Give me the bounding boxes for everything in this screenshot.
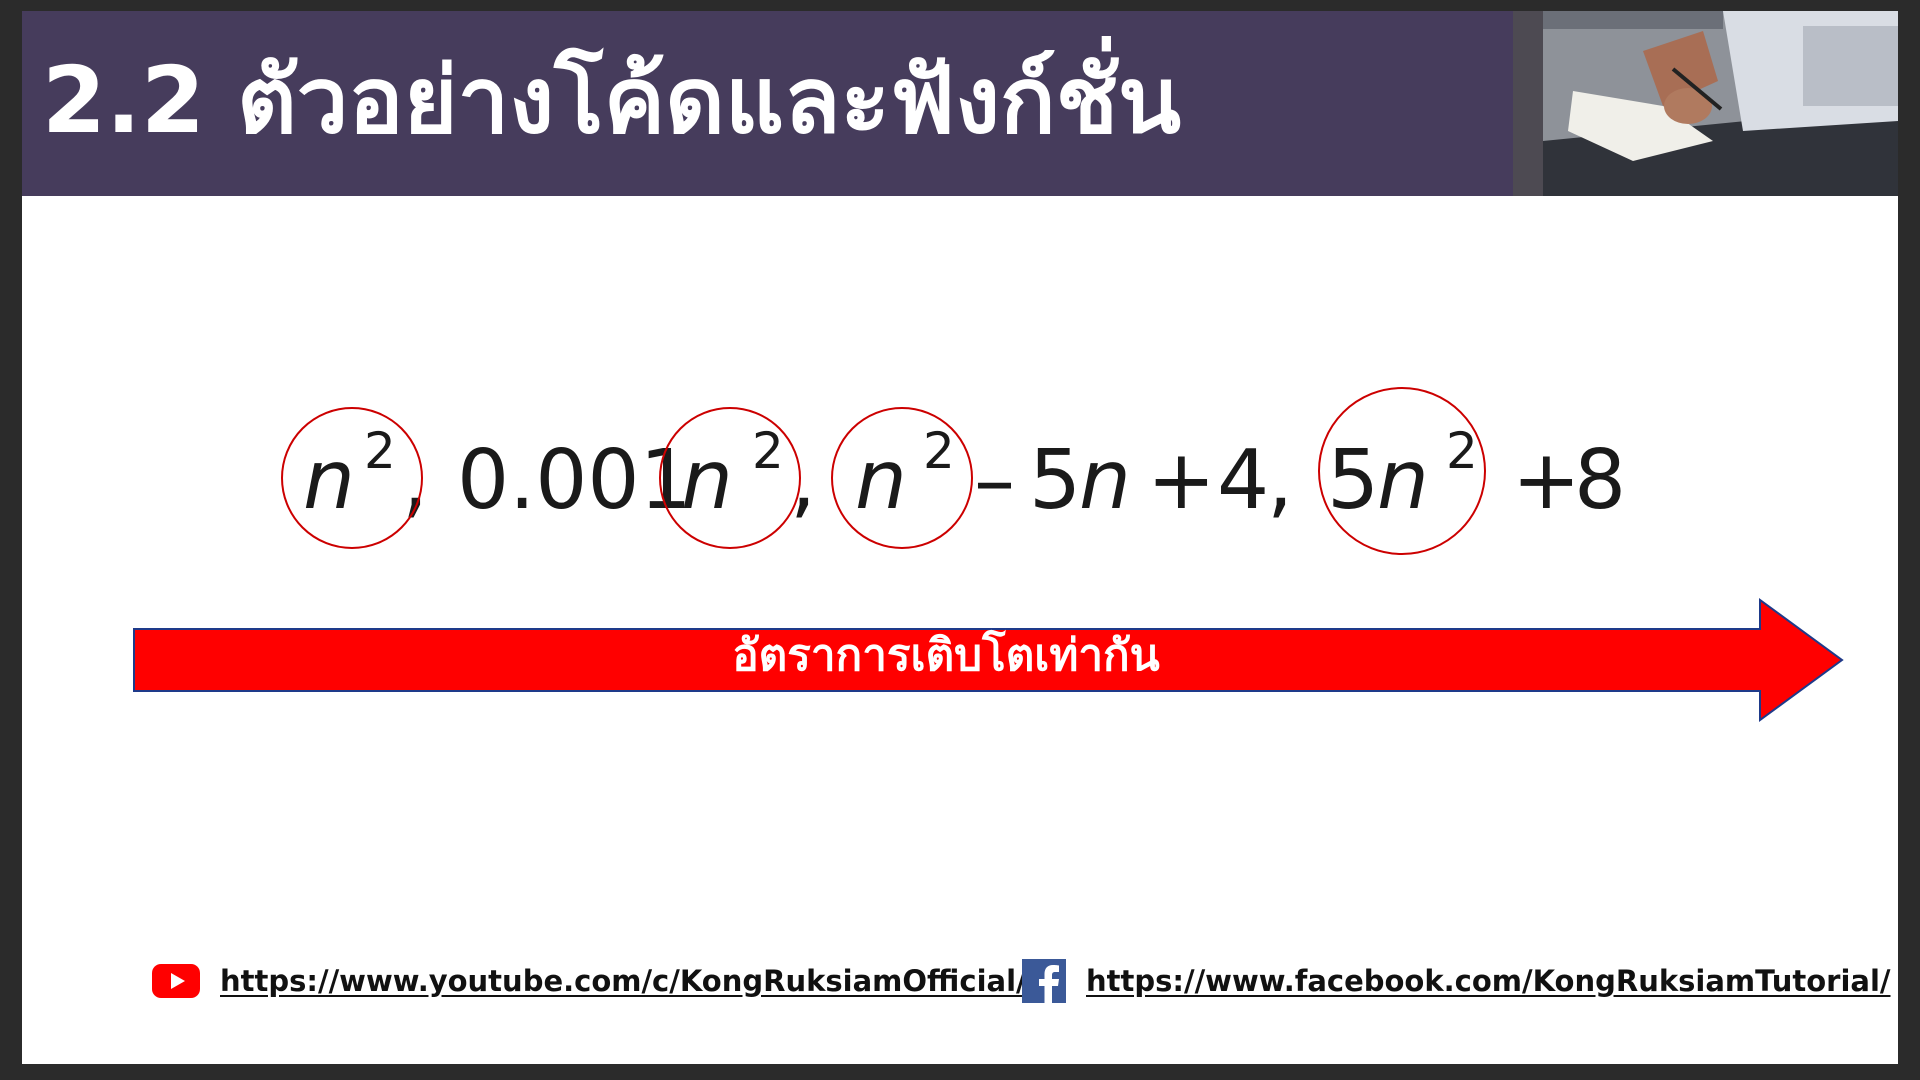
facebook-link[interactable]: https://www.facebook.com/KongRuksiamTuto… [1086,964,1891,998]
exponent-3: 2 [923,422,955,480]
term-n-2: n [681,433,733,528]
facebook-icon [1022,959,1066,1003]
growth-arrow: อัตราการเติบโตเท่ากัน [132,598,1844,722]
facebook-link-group: https://www.facebook.com/KongRuksiamTuto… [1022,951,1891,1011]
slide: 2.2 ตัวอย่างโค้ดและฟังก์ชั่น n 2 , 0.001… [22,11,1898,1064]
footer-links: https://www.youtube.com/c/KongRuksiamOff… [152,951,1891,1011]
arrow-label: อัตราการเติบโตเท่ากัน [732,630,1160,681]
exponent-2: 2 [752,422,784,480]
youtube-link[interactable]: https://www.youtube.com/c/KongRuksiamOff… [220,964,1027,998]
const-4: 4 [1217,433,1269,528]
term-n-5: n [1377,433,1429,528]
youtube-icon [152,964,200,998]
slide-header: 2.2 ตัวอย่างโค้ดและฟังก์ชั่น [22,11,1898,196]
plus-sign-1: + [1147,433,1216,528]
coef-0001: 0.001 [457,433,692,528]
minus-sign: – [974,433,1015,528]
expression-graphic: n 2 , 0.001 n 2 , n 2 – 5 n + 4 , 5 n 2 … [281,387,1626,555]
plus-sign-2: + [1512,433,1581,528]
header-photo [1513,11,1898,196]
exponent-1: 2 [364,422,396,480]
term-n-1: n [303,433,355,528]
term-n-4: n [1079,433,1131,528]
youtube-link-group: https://www.youtube.com/c/KongRuksiamOff… [152,951,1027,1011]
header-photo-graphic [1513,11,1898,196]
exponent-4: 2 [1446,422,1478,480]
comma-3: , [1267,433,1293,528]
growth-expression: n 2 , 0.001 n 2 , n 2 – 5 n + 4 , 5 n 2 … [277,386,1677,556]
coef-5-b: 5 [1327,433,1379,528]
slide-title: 2.2 ตัวอย่างโค้ดและฟังก์ชั่น [42,47,1182,154]
term-n-3: n [855,433,907,528]
slide-frame: 2.2 ตัวอย่างโค้ดและฟังก์ชั่น n 2 , 0.001… [0,0,1920,1080]
coef-5: 5 [1029,433,1081,528]
const-8: 8 [1574,433,1626,528]
